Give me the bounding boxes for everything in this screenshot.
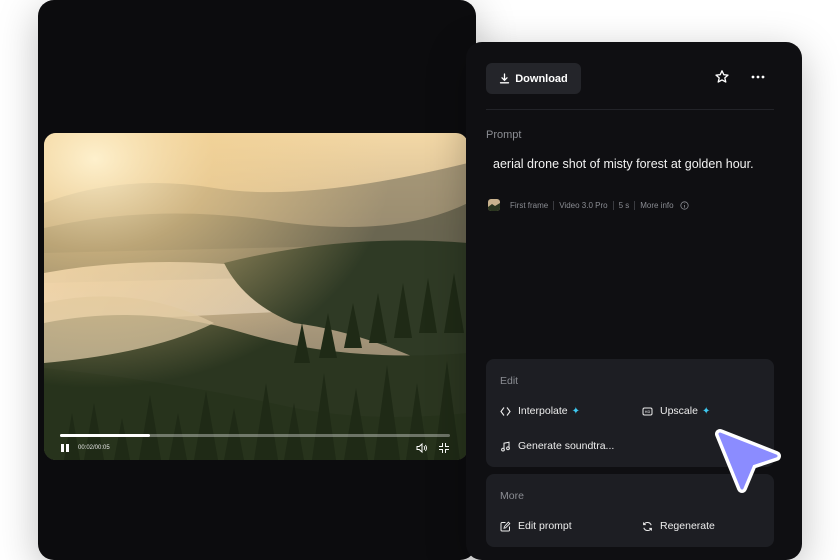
regenerate-button[interactable]: Regenerate — [642, 520, 715, 532]
first-frame-thumbnail[interactable] — [488, 199, 500, 211]
video-player[interactable]: 00:02/00:05 — [44, 133, 468, 460]
edit-prompt-label: Edit prompt — [518, 520, 572, 532]
stage: 00:02/00:05 Download Prompt aerial drone… — [0, 0, 840, 560]
progress-bar[interactable] — [60, 434, 450, 437]
player-controls: 00:02/00:05 — [60, 441, 450, 455]
fullscreen-exit-icon[interactable] — [438, 442, 450, 454]
progress-fill — [60, 434, 150, 437]
meta-model: Video 3.0 Pro — [559, 200, 608, 210]
interpolate-label: Interpolate — [518, 405, 568, 417]
more-card-title: More — [500, 490, 524, 502]
prompt-text: aerial drone shot of misty forest at gol… — [493, 157, 754, 171]
info-icon[interactable] — [680, 200, 689, 210]
generate-soundtrack-label: Generate soundtra... — [518, 440, 615, 452]
upscale-label: Upscale — [660, 405, 698, 417]
edit-card-title: Edit — [500, 375, 519, 387]
volume-icon[interactable] — [416, 442, 428, 454]
more-icon[interactable] — [750, 69, 766, 85]
upscale-icon: HD — [642, 407, 653, 415]
edit-prompt-button[interactable]: Edit prompt — [500, 520, 572, 532]
sparkle-icon: ✦ — [571, 405, 581, 417]
upscale-button[interactable]: HD Upscale ✦ — [642, 405, 710, 417]
prompt-label: Prompt — [486, 129, 522, 141]
regenerate-icon — [643, 521, 652, 531]
more-info-link[interactable]: More info — [640, 201, 673, 210]
meta-first-frame: First frame — [510, 200, 549, 210]
star-icon[interactable] — [714, 69, 730, 85]
cursor-icon — [715, 429, 781, 493]
download-label: Download — [515, 72, 568, 85]
pause-icon[interactable] — [60, 443, 70, 453]
meta-row: First frame Video 3.0 Pro 5 s More info — [488, 199, 689, 211]
regenerate-label: Regenerate — [660, 520, 715, 532]
sparkle-icon: ✦ — [701, 405, 711, 417]
divider — [486, 109, 774, 110]
svg-text:HD: HD — [645, 410, 651, 414]
download-button[interactable]: Download — [486, 63, 581, 94]
video-frame — [44, 133, 468, 460]
interpolate-icon — [500, 406, 511, 416]
music-icon — [501, 441, 510, 452]
download-icon — [500, 73, 510, 84]
meta-duration: 5 s — [618, 200, 630, 210]
edit-icon — [500, 521, 511, 531]
playback-time: 00:02/00:05 — [78, 445, 110, 451]
interpolate-button[interactable]: Interpolate ✦ — [500, 405, 580, 417]
generate-soundtrack-button[interactable]: Generate soundtra... — [500, 440, 614, 452]
